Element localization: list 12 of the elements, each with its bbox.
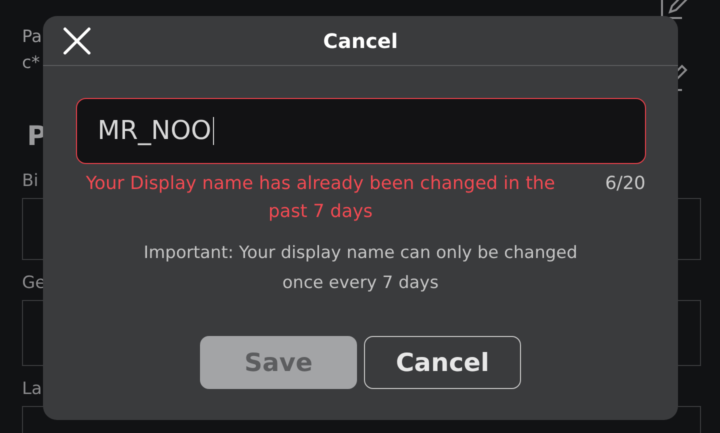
field-label: Bi xyxy=(22,170,38,193)
field-label: La xyxy=(22,378,42,401)
close-icon[interactable] xyxy=(62,26,92,56)
field-value: c* xyxy=(22,52,40,75)
character-counter: 6/20 xyxy=(605,172,646,196)
edit-icon[interactable] xyxy=(660,0,690,22)
name-input[interactable]: MR_NOO xyxy=(76,98,646,164)
cancel-button[interactable]: Cancel xyxy=(364,336,521,389)
dialog-title: Cancel xyxy=(323,28,398,54)
field-label: Pa xyxy=(22,26,42,49)
info-text: Important: Your display name can only be changed once every 7 days xyxy=(142,242,578,295)
error-message: Your Display name has already been changed in the past 7 days xyxy=(86,172,556,224)
